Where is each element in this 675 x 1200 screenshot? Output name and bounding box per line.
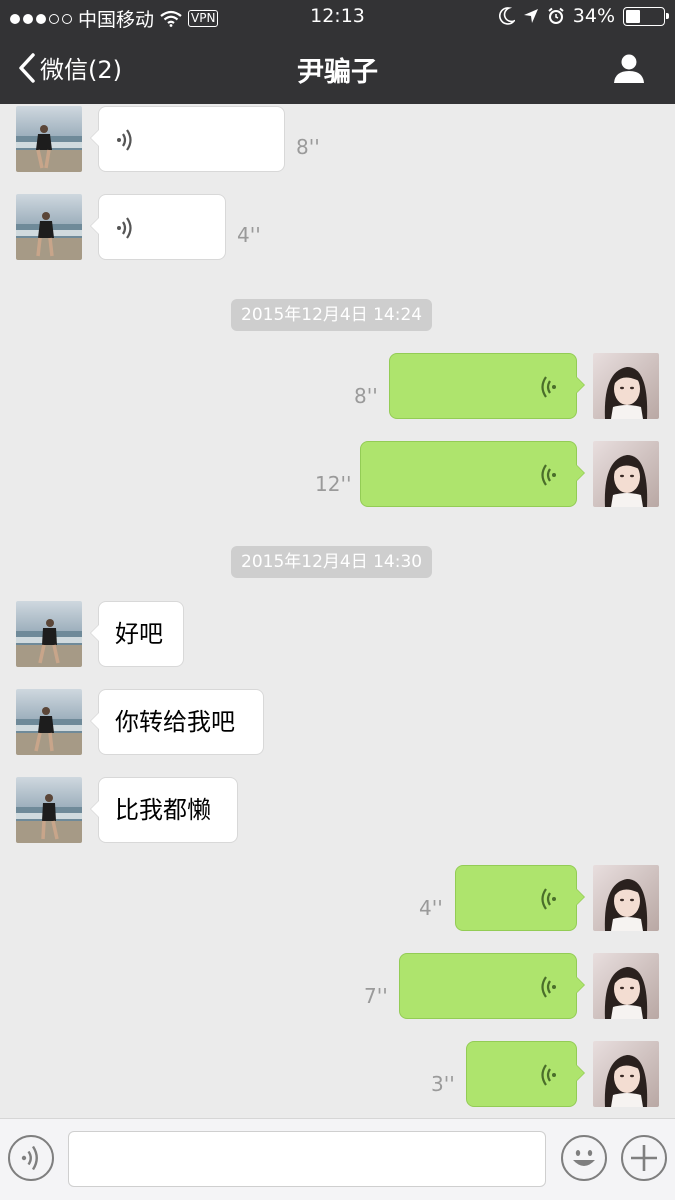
voice-wave-icon	[117, 217, 132, 239]
voice-wave-icon	[541, 1064, 556, 1086]
contact-avatar[interactable]	[16, 601, 82, 667]
my-avatar[interactable]	[593, 953, 659, 1019]
profile-button[interactable]	[613, 52, 645, 88]
message-text: 你转给我吧	[115, 708, 235, 736]
message-bubble-voice[interactable]	[399, 953, 585, 1019]
message-bubble-text[interactable]: 你转给我吧	[90, 689, 264, 755]
voice-duration: 7''	[364, 984, 388, 1008]
moon-icon	[498, 7, 515, 25]
battery-percent: 34%	[572, 5, 615, 27]
voice-wave-icon	[117, 129, 132, 151]
contact-avatar[interactable]	[16, 689, 82, 755]
message-bubble-voice[interactable]	[90, 194, 226, 260]
message-text: 比我都懒	[115, 796, 211, 824]
voice-wave-icon	[541, 376, 556, 398]
message-bubble-voice[interactable]	[90, 106, 285, 172]
battery-icon	[623, 6, 669, 26]
timestamp: 2015年12月4日 14:30	[231, 546, 433, 578]
my-avatar[interactable]	[593, 441, 659, 507]
contact-avatar[interactable]	[16, 106, 82, 172]
message-text: 好吧	[115, 620, 163, 648]
contact-avatar[interactable]	[16, 777, 82, 843]
contact-avatar[interactable]	[16, 194, 82, 260]
message-bubble-text[interactable]: 好吧	[90, 601, 184, 667]
voice-input-button[interactable]	[8, 1135, 54, 1181]
voice-icon	[21, 1145, 38, 1171]
more-button[interactable]	[621, 1135, 667, 1181]
person-icon	[614, 54, 644, 83]
voice-wave-icon	[541, 976, 556, 998]
chat-title: 尹骗子	[297, 57, 378, 88]
chat-list[interactable]: 8'' 4'' 2015年12月4日 14:24 8'' 12'' 2015年1…	[0, 104, 675, 1118]
message-bubble-text[interactable]: 比我都懒	[90, 777, 238, 843]
battery-fill	[626, 9, 640, 23]
message-bubble-voice[interactable]	[389, 353, 585, 419]
status-right: 34%	[498, 5, 669, 27]
nav-bar: 微信(2) 尹骗子	[0, 34, 675, 104]
status-bar: 中国移动 VPN 12:13 34%	[0, 0, 675, 34]
voice-duration: 12''	[315, 472, 352, 496]
timestamp: 2015年12月4日 14:24	[231, 299, 433, 331]
my-avatar[interactable]	[593, 865, 659, 931]
plus-icon	[631, 1145, 657, 1171]
voice-duration: 3''	[431, 1072, 455, 1096]
voice-duration: 4''	[237, 223, 261, 247]
alarm-clock-icon	[548, 7, 564, 24]
voice-duration: 8''	[354, 384, 378, 408]
emoji-button[interactable]	[561, 1135, 607, 1181]
my-avatar[interactable]	[593, 353, 659, 419]
voice-wave-icon	[541, 888, 556, 910]
message-input[interactable]	[68, 1131, 546, 1187]
smiley-icon	[573, 1150, 595, 1166]
voice-duration: 4''	[419, 896, 443, 920]
voice-duration: 8''	[296, 135, 320, 159]
message-bubble-voice[interactable]	[360, 441, 585, 507]
message-bubble-voice[interactable]	[466, 1041, 585, 1107]
input-bar	[0, 1118, 675, 1200]
voice-wave-icon	[541, 464, 556, 486]
message-bubble-voice[interactable]	[455, 865, 585, 931]
my-avatar[interactable]	[593, 1041, 659, 1107]
location-arrow-icon	[523, 9, 538, 23]
